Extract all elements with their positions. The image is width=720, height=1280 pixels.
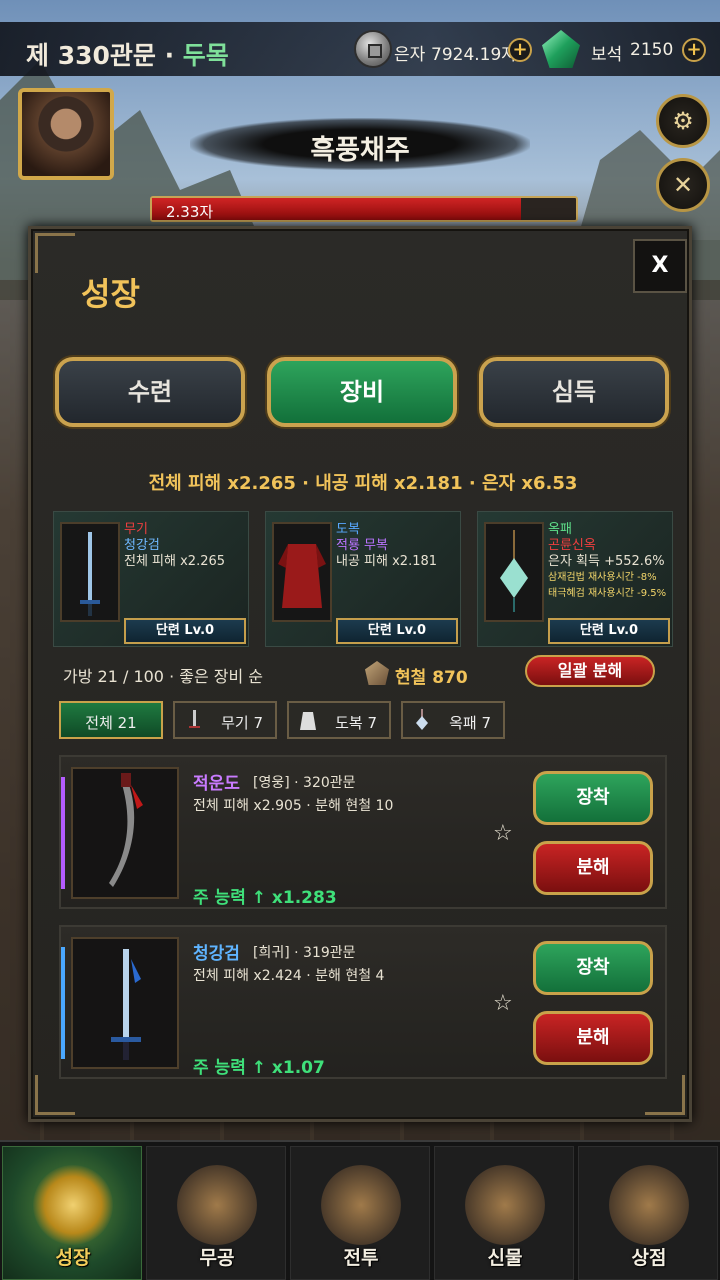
rarity-stripe: [61, 777, 65, 889]
dismantle-button[interactable]: 분해: [533, 841, 653, 895]
filter-jade[interactable]: 옥패 7: [401, 701, 505, 739]
equipped-robe-card[interactable]: 도복 적룡 무복 내공 피해 x2.181 단련 Lv.0: [265, 511, 461, 647]
close-button[interactable]: X: [633, 239, 687, 293]
player-avatar[interactable]: [18, 88, 114, 180]
tab-equipment[interactable]: 장비: [267, 357, 457, 427]
equipped-item-name: 적룡 무복: [336, 538, 388, 553]
equipped-item-effect: 은자 획득 +552.6%: [548, 554, 665, 569]
item-main-stat: 주 능력 ↑ x1.283: [193, 888, 337, 908]
refine-robe-button[interactable]: 단련 Lv.0: [336, 618, 458, 644]
equipped-slot-label: 옥패: [548, 522, 572, 537]
nav-label: 무공: [199, 1247, 235, 1269]
bulk-dismantle-button[interactable]: 일괄 분해: [525, 655, 655, 687]
gem-label: 보석: [591, 45, 623, 65]
add-silver-button[interactable]: +: [508, 38, 532, 62]
nav-shop[interactable]: 상점: [578, 1146, 718, 1280]
list-item[interactable]: 적운도 [영웅] · 320관문 전체 피해 x2.905 · 분해 현철 10…: [59, 755, 667, 909]
equipped-item-effect: 전체 피해 x2.265: [124, 554, 226, 569]
item-description: 전체 피해 x2.905 · 분해 현철 10: [193, 798, 394, 814]
sliders-icon: ⚙: [672, 107, 694, 135]
equipped-item-name: 청강검: [124, 538, 160, 553]
boss-name: 흑풍채주: [310, 135, 410, 166]
equipped-item-effect: 내공 피해 x2.181: [336, 554, 438, 569]
rarity-stripe: [61, 947, 65, 1059]
item-grade-stage: [희귀] · 319관문: [253, 945, 356, 961]
filter-label: 도복 7: [335, 714, 377, 732]
money-bag-icon: [609, 1165, 689, 1245]
equipped-item-name: 곤륜신옥: [548, 538, 596, 553]
meditation-icon: [33, 1165, 113, 1245]
growth-panel: 성장 X 수련 장비 심득 전체 피해 x2.265 · 내공 피해 x2.18…: [28, 226, 692, 1122]
weapon-sword-icon: [60, 522, 120, 622]
filter-label: 전체 21: [85, 714, 137, 732]
nav-label: 상점: [631, 1247, 667, 1269]
bottom-navigation: 성장 무공 전투 신물 상점: [0, 1140, 720, 1280]
panel-corner-ornament: [645, 1075, 685, 1115]
equip-button[interactable]: 장착: [533, 771, 653, 825]
nav-battle[interactable]: 전투: [290, 1146, 430, 1280]
crossed-swords-button[interactable]: ✕: [656, 158, 710, 212]
add-gem-button[interactable]: +: [682, 38, 706, 62]
item-main-stat: 주 능력 ↑ x1.07: [193, 1058, 325, 1078]
ore-icon: [365, 661, 389, 685]
favorite-star-icon[interactable]: ☆: [493, 821, 513, 846]
equipped-sub-effect: 태극혜검 재사용시간 -9.5%: [548, 588, 667, 599]
scroll-sword-icon: [177, 1165, 257, 1245]
favorite-star-icon[interactable]: ☆: [493, 991, 513, 1016]
refine-jade-button[interactable]: 단련 Lv.0: [548, 618, 670, 644]
crossed-swords-icon: ✕: [672, 171, 694, 199]
nav-growth[interactable]: 성장: [2, 1146, 142, 1280]
gem-amount: 2150: [630, 40, 674, 60]
silver-label: 은자: [394, 45, 426, 65]
item-name: 청강검: [193, 944, 240, 964]
filter-label: 무기 7: [221, 714, 263, 732]
nav-artifact[interactable]: 신물: [434, 1146, 574, 1280]
equipped-slot-label: 도복: [336, 522, 360, 537]
filter-weapon[interactable]: 무기 7: [173, 701, 277, 739]
boss-hp-text: 2.33자: [166, 203, 214, 221]
robe-icon: [272, 522, 332, 622]
nav-label: 전투: [343, 1247, 379, 1269]
jade-pendant-icon: [484, 522, 544, 622]
item-name: 적운도: [193, 774, 240, 794]
nav-label: 신물: [487, 1247, 523, 1269]
silver-coin-icon: [354, 30, 392, 68]
filter-all[interactable]: 전체 21: [59, 701, 163, 739]
equipped-slot-label: 무기: [124, 522, 148, 537]
silver-amount: 7924.19자: [431, 45, 517, 65]
tab-insight[interactable]: 심득: [479, 357, 669, 427]
panel-corner-ornament: [35, 233, 75, 273]
equipped-jade-card[interactable]: 옥패 곤륜신옥 은자 획득 +552.6% 삼재검법 재사용시간 -8% 태극혜…: [477, 511, 673, 647]
nav-label: 성장: [55, 1247, 91, 1269]
item-grade-stage: [영웅] · 320관문: [253, 775, 356, 791]
equipped-weapon-card[interactable]: 무기 청강검 전체 피해 x2.265 단련 Lv.0: [53, 511, 249, 647]
settings-sliders-button[interactable]: ⚙: [656, 94, 710, 148]
nav-martial-arts[interactable]: 무공: [146, 1146, 286, 1280]
crossed-swords-shield-icon: [321, 1165, 401, 1245]
sword-icon: [71, 937, 179, 1069]
panel-title: 성장: [81, 275, 140, 313]
panel-corner-ornament: [35, 1075, 75, 1115]
stage-indicator: 제 330관문 · 두목: [26, 41, 229, 70]
bag-capacity-sort[interactable]: 가방 21 / 100 · 좋은 장비 순: [63, 663, 263, 687]
equip-button[interactable]: 장착: [533, 941, 653, 995]
list-item[interactable]: 청강검 [희귀] · 319관문 전체 피해 x2.424 · 분해 현철 4 …: [59, 925, 667, 1079]
item-description: 전체 피해 x2.424 · 분해 현철 4: [193, 968, 385, 984]
boss-hp-bar: 2.33자: [150, 196, 578, 222]
saber-icon: [71, 767, 179, 899]
refine-weapon-button[interactable]: 단련 Lv.0: [124, 618, 246, 644]
jade-disc-icon: [465, 1165, 545, 1245]
filter-robe[interactable]: 도복 7: [287, 701, 391, 739]
filter-label: 옥패 7: [449, 714, 491, 732]
total-stats-summary: 전체 피해 x2.265 · 내공 피해 x2.181 · 은자 x6.53: [148, 473, 578, 494]
dismantle-button[interactable]: 분해: [533, 1011, 653, 1065]
ore-amount: 현철 870: [395, 668, 468, 688]
equipped-sub-effect: 삼재검법 재사용시간 -8%: [548, 572, 657, 583]
tab-training[interactable]: 수련: [55, 357, 245, 427]
